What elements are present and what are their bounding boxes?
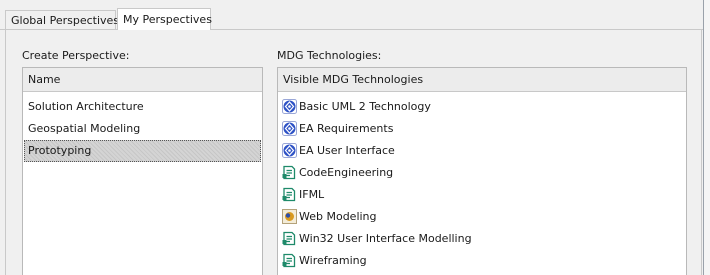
mdg-technology-icon bbox=[282, 187, 297, 202]
create-perspective-label: Create Perspective: bbox=[22, 49, 130, 62]
list-item-prototyping[interactable]: Prototyping bbox=[24, 140, 261, 162]
mdg-technology-label: Web Modeling bbox=[299, 210, 377, 223]
window-edge-strip bbox=[704, 0, 710, 275]
mdg-technology-label: IFML bbox=[299, 188, 325, 201]
mdg-technology-label: Basic UML 2 Technology bbox=[299, 100, 431, 113]
perspective-tabstrip: Global Perspectives My Perspectives bbox=[0, 0, 703, 30]
tab-my-perspectives[interactable]: My Perspectives bbox=[117, 8, 212, 30]
mdg-technology-icon bbox=[282, 231, 297, 246]
mdg-technologies-list[interactable]: Visible MDG Technologies Basic UML 2 Tec… bbox=[277, 67, 687, 275]
mdg-technology-icon bbox=[282, 253, 297, 268]
web-modeling-icon bbox=[282, 209, 297, 224]
mdg-technology-item[interactable]: EA Requirements bbox=[278, 118, 686, 140]
tab-global-perspectives[interactable]: Global Perspectives bbox=[5, 10, 119, 29]
uml-technology-icon bbox=[282, 143, 297, 158]
mdg-technology-item[interactable]: Basic UML 2 Technology bbox=[278, 96, 686, 118]
mdg-technology-label: Win32 User Interface Modelling bbox=[299, 232, 472, 245]
list-item-solution-architecture[interactable]: Solution Architecture bbox=[24, 96, 261, 118]
list-item-geospatial-modeling[interactable]: Geospatial Modeling bbox=[24, 118, 261, 140]
visible-mdg-technologies-header[interactable]: Visible MDG Technologies bbox=[278, 68, 686, 92]
mdg-technology-item[interactable]: IFML bbox=[278, 184, 686, 206]
uml-technology-icon bbox=[282, 99, 297, 114]
mdg-technology-icon bbox=[282, 165, 297, 180]
mdg-technology-label: EA User Interface bbox=[299, 144, 395, 157]
uml-technology-icon bbox=[282, 121, 297, 136]
mdg-technology-label: EA Requirements bbox=[299, 122, 394, 135]
mdg-technology-item[interactable]: Win32 User Interface Modelling bbox=[278, 228, 686, 250]
mdg-technology-item[interactable]: Web Modeling bbox=[278, 206, 686, 228]
name-column-header[interactable]: Name bbox=[23, 68, 262, 92]
mdg-technology-item[interactable]: Wireframing bbox=[278, 250, 686, 272]
mdg-technologies-label: MDG Technologies: bbox=[277, 49, 382, 62]
mdg-technology-item[interactable]: EA User Interface bbox=[278, 140, 686, 162]
mdg-technology-label: CodeEngineering bbox=[299, 166, 394, 179]
mdg-technology-label: Wireframing bbox=[299, 254, 367, 267]
mdg-technology-item[interactable]: CodeEngineering bbox=[278, 162, 686, 184]
create-perspective-list[interactable]: Name Solution Architecture Geospatial Mo… bbox=[22, 67, 263, 275]
